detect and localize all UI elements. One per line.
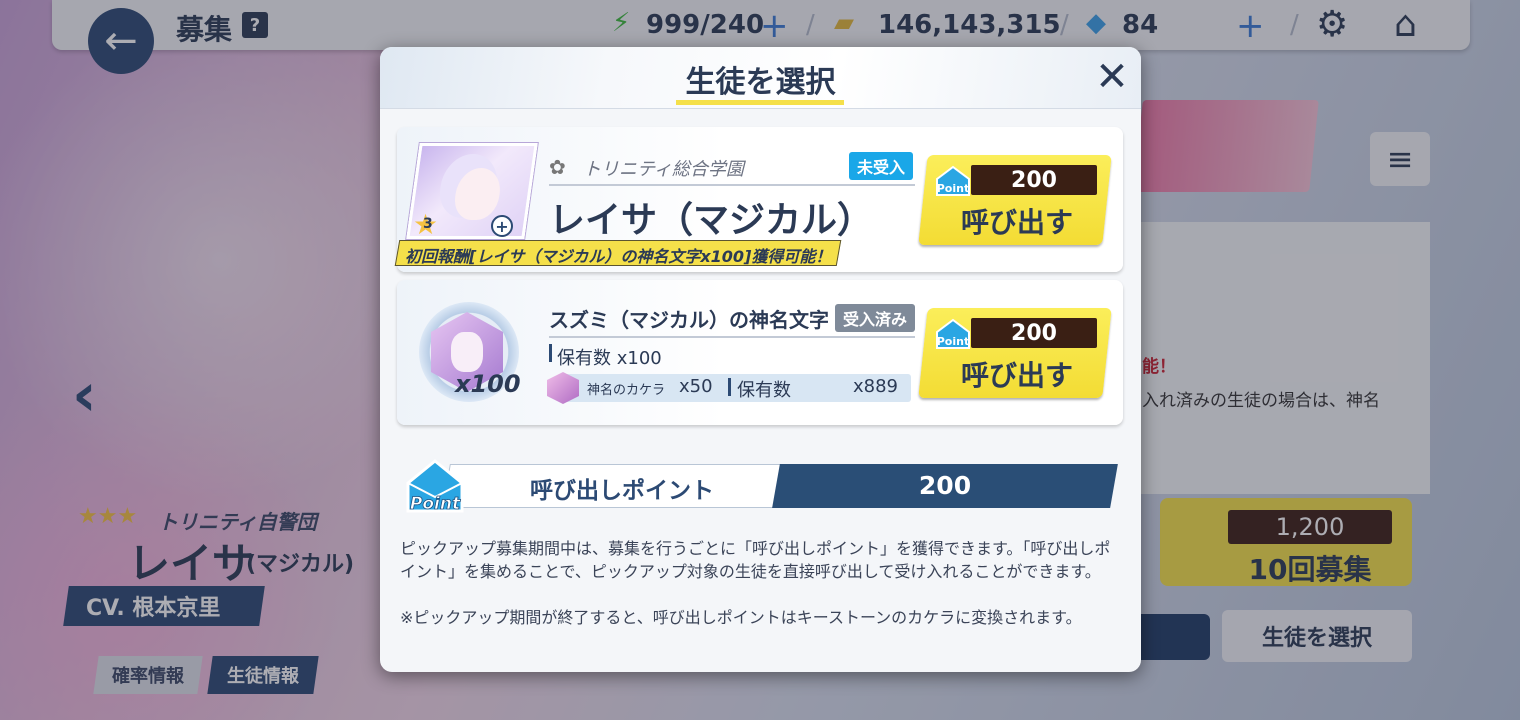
- school-name: トリニティ総合学園: [583, 159, 744, 180]
- call-cost: 200: [971, 318, 1097, 348]
- status-badge: 未受入: [849, 152, 913, 180]
- star-level: 3: [423, 216, 433, 232]
- call-button-label: 呼び出す: [960, 359, 1073, 392]
- school-emblem-icon: ✿: [549, 155, 566, 179]
- student-card: ★ 3 + ✿ トリニティ総合学園 未受入 レイサ（マジカル） 初回報酬[レイサ…: [394, 127, 1123, 272]
- points-value: 200: [918, 471, 972, 500]
- fragment-owned-label: 保有数: [737, 380, 791, 401]
- reward-text: 初回報酬[レイサ（マジカル）の神名文字x100]獲得可能！: [405, 247, 832, 266]
- portrait-face: [451, 168, 504, 220]
- call-button-label: 呼び出す: [960, 206, 1073, 239]
- select-student-modal: 生徒を選択 ✕ ★ 3 + ✿ トリニティ総合学園 未受入 レイサ（マジカル） …: [380, 47, 1141, 672]
- item-quantity: x100: [455, 370, 521, 398]
- point-ticket-icon: Point: [936, 165, 970, 196]
- owned-marker: [549, 344, 552, 362]
- hex-portrait: [451, 332, 483, 372]
- note-text: ※ピックアップ期間が終了すると、呼び出しポイントはキーストーンのカケラに変換され…: [400, 608, 1082, 627]
- plus-icon: +: [491, 215, 513, 237]
- points-label: 呼び出しポイント: [530, 478, 714, 504]
- point-icon-label: Point: [937, 182, 969, 195]
- divider: [549, 184, 915, 186]
- call-cost: 200: [971, 165, 1097, 195]
- student-name: レイサ（マジカル）: [549, 200, 874, 241]
- point-ticket-icon: Point: [936, 318, 970, 349]
- point-ticket-icon: Point: [406, 459, 464, 514]
- points-icon-label: Point: [410, 494, 461, 514]
- description-text: ピックアップ募集期間中は、募集を行うごとに「呼び出しポイント」を獲得できます。「…: [400, 539, 1111, 581]
- title-underline: [676, 100, 844, 105]
- close-icon[interactable]: ✕: [1092, 54, 1132, 100]
- owned-marker: [728, 378, 731, 396]
- item-name: スズミ（マジカル）の神名文字: [549, 308, 829, 332]
- modal-title: 生徒を選択: [685, 65, 836, 100]
- fragment-quantity: x50: [679, 376, 713, 397]
- item-card: x100 スズミ（マジカル）の神名文字 受入済み 保有数 x100 神名のカケラ…: [397, 280, 1123, 425]
- status-badge: 受入済み: [835, 304, 915, 332]
- fragment-label: 神名のカケラ: [587, 383, 666, 398]
- fragment-owned-count: x889: [853, 376, 899, 397]
- divider: [549, 336, 915, 338]
- point-icon-label: Point: [937, 335, 969, 348]
- owned-count: 保有数 x100: [557, 348, 662, 369]
